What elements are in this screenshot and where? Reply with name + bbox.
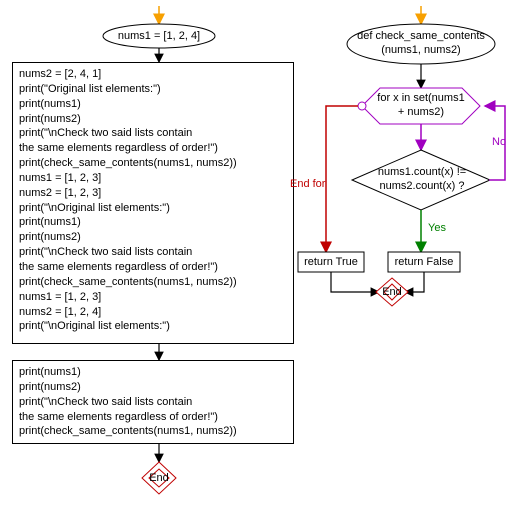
no-label: No [492,136,506,148]
for-loop-label: for x in set(nums1 + nums2) [372,92,470,120]
decision-label: nums1.count(x) != nums2.count(x) ? [368,166,476,194]
left-block1: nums2 = [2, 4, 1] print("Original list e… [12,62,294,344]
return-true-label: return True [298,256,364,270]
left-start-label: nums1 = [1, 2, 4] [108,30,210,44]
yes-label: Yes [428,222,446,234]
rt-false-to-end [405,272,424,292]
left-block2: print(nums1) print(nums2) print("\nCheck… [12,360,294,444]
left-end-label: End [148,472,170,486]
endfor-label: End for [290,178,325,190]
rt-true-to-end [331,272,379,292]
for-loop-join [358,102,366,110]
right-func-label: def check_same_contents (nums1, nums2) [352,30,490,58]
return-false-label: return False [388,256,460,270]
right-end-label: End [381,286,403,300]
